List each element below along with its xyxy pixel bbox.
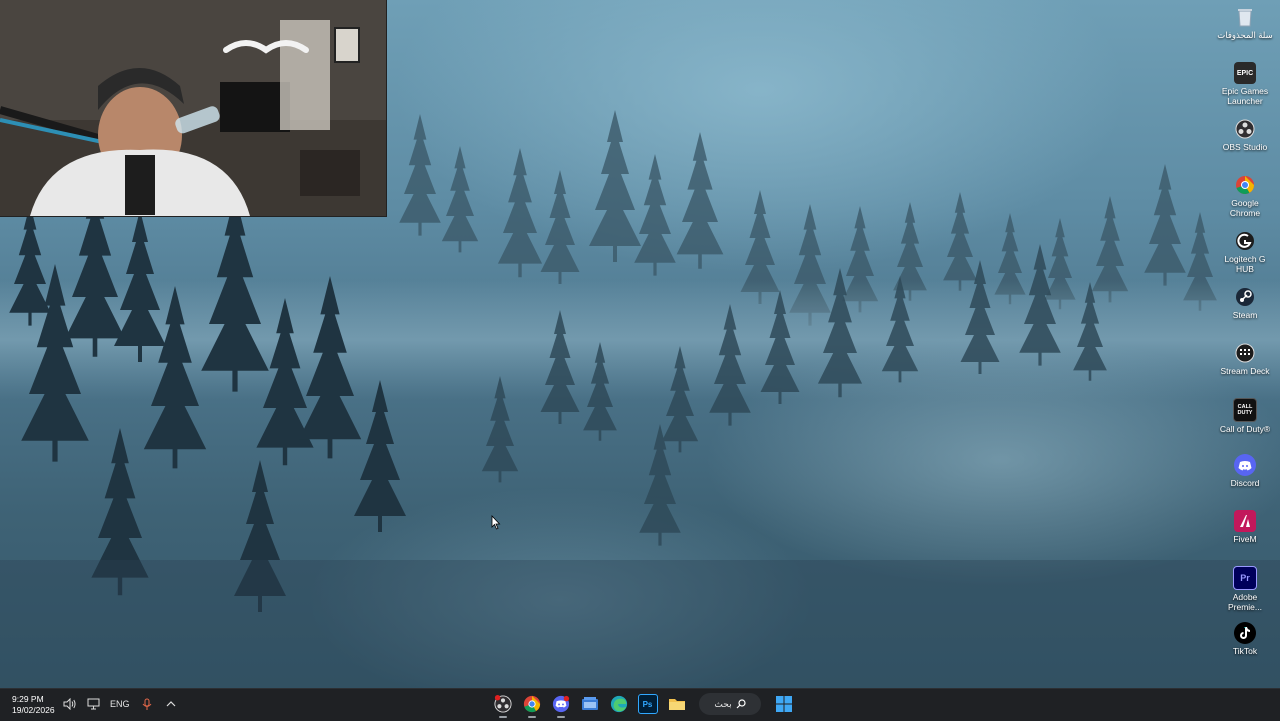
desktop-icon-epic-games[interactable]: EPIC Epic Games Launcher	[1216, 60, 1274, 116]
start-button[interactable]	[772, 692, 796, 716]
desktop-icon-label: FiveM	[1233, 534, 1257, 544]
taskbar-app-file-explorer[interactable]	[665, 692, 689, 716]
steam-icon	[1234, 286, 1256, 308]
chrome-icon	[523, 695, 540, 713]
desktop-icon-label: Google Chrome	[1229, 198, 1261, 218]
search-icon	[736, 699, 746, 709]
desktop-icon-label: Discord	[1230, 478, 1260, 488]
microphone-icon[interactable]	[140, 697, 154, 711]
desktop-icon-column: سلة المحذوفات EPIC Epic Games Launcher O…	[1216, 4, 1274, 676]
taskbar-app-obs[interactable]	[491, 692, 515, 718]
photoshop-icon: Ps	[637, 694, 658, 714]
desktop-icon-label: Logitech G HUB	[1224, 254, 1266, 274]
streamer-camera-feed	[0, 0, 386, 216]
taskbar-app-photoshop[interactable]: Ps	[636, 692, 660, 716]
premiere-icon: Pr	[1233, 566, 1257, 590]
search-box[interactable]: بحث	[699, 693, 761, 715]
desktop-icon-label: Epic Games Launcher	[1221, 86, 1269, 106]
taskbar-app-edge[interactable]	[607, 692, 631, 716]
desktop-icon-label: TikTok	[1232, 646, 1258, 656]
desktop-icon-label: Stream Deck	[1220, 366, 1270, 376]
taskbar-app-discord[interactable]	[549, 692, 573, 718]
volume-icon[interactable]	[62, 697, 76, 711]
desktop-icon-label: Call of Duty®	[1219, 424, 1271, 434]
network-icon[interactable]	[86, 697, 100, 711]
clock-time: 9:29 PM	[12, 694, 44, 704]
system-tray: ENG	[62, 697, 178, 711]
fivem-icon	[1234, 510, 1256, 532]
taskbar-app-chrome[interactable]	[520, 692, 544, 718]
desktop-icon-stream-deck[interactable]: Stream Deck	[1216, 340, 1274, 396]
desktop-icon-label: Steam	[1232, 310, 1258, 320]
language-indicator[interactable]: ENG	[110, 699, 130, 709]
desktop-icon-call-of-duty[interactable]: CALL DUTY Call of Duty®	[1216, 396, 1274, 452]
obs-icon	[493, 695, 512, 713]
desktop-icon-label: OBS Studio	[1222, 142, 1268, 152]
search-label: بحث	[714, 698, 732, 709]
taskbar-apps: Ps بحث	[488, 692, 798, 718]
clock-date: 19/02/2026	[12, 705, 55, 715]
edge-icon	[610, 695, 627, 713]
desktop-icon-recycle-bin[interactable]: سلة المحذوفات	[1216, 4, 1274, 60]
taskbar-app-task-view[interactable]	[578, 692, 602, 716]
desktop-icon-steam[interactable]: Steam	[1216, 284, 1274, 340]
desktop-icon-logitech[interactable]: Logitech G HUB	[1216, 228, 1274, 284]
mouse-cursor-icon	[491, 514, 501, 535]
logitech-icon	[1234, 230, 1256, 252]
desktop-icon-label: Adobe Premie...	[1227, 592, 1262, 612]
webcam-overlay	[0, 0, 387, 217]
desktop-icon-discord[interactable]: Discord	[1216, 452, 1274, 508]
clock[interactable]: 9:29 PM 19/02/2026	[12, 694, 55, 716]
desktop-icon-obs[interactable]: OBS Studio	[1216, 116, 1274, 172]
chevron-up-icon[interactable]	[164, 697, 178, 711]
desktop-icon-premiere[interactable]: Pr Adobe Premie...	[1216, 564, 1274, 620]
desktop-icon-chrome[interactable]: Google Chrome	[1216, 172, 1274, 228]
discord-icon	[1234, 454, 1256, 476]
discord-icon	[552, 695, 569, 713]
taskbar: 9:29 PM 19/02/2026 ENG Ps بحث	[0, 688, 1280, 721]
stream-deck-icon	[1234, 342, 1256, 364]
desktop-icon-fivem[interactable]: FiveM	[1216, 508, 1274, 564]
recycle-bin-icon	[1234, 6, 1256, 28]
tiktok-icon	[1234, 622, 1256, 644]
obs-icon	[1234, 118, 1256, 140]
desktop-icon-tiktok[interactable]: TikTok	[1216, 620, 1274, 676]
desktop-icon-label: سلة المحذوفات	[1217, 30, 1273, 40]
folder-icon	[668, 699, 685, 710]
windows-logo-icon	[775, 696, 792, 712]
call-of-duty-icon: CALL DUTY	[1233, 398, 1257, 422]
task-view-icon	[581, 697, 598, 710]
chrome-icon	[1234, 174, 1256, 196]
epic-games-icon: EPIC	[1234, 62, 1256, 84]
